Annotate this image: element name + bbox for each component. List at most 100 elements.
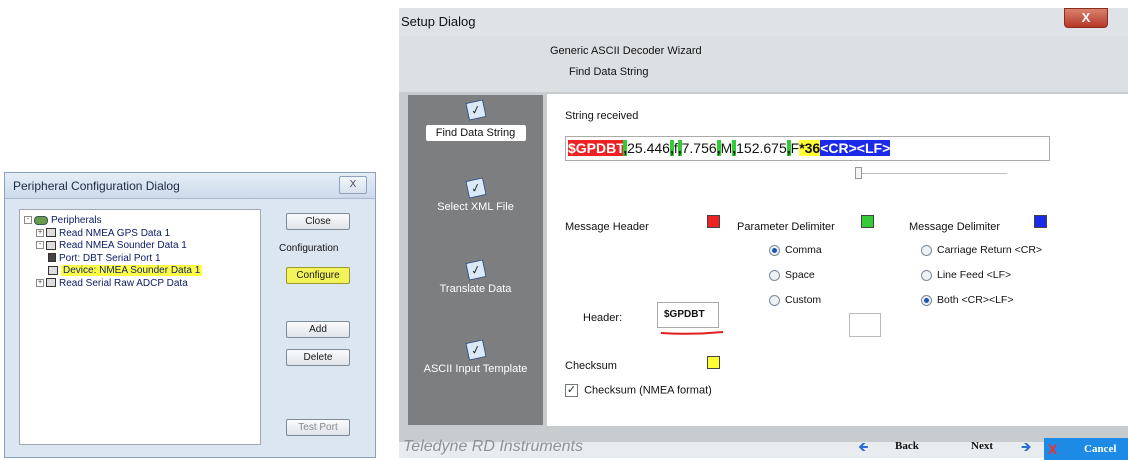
- setup-dialog: Setup Dialog X Generic ASCII Decoder Wiz…: [399, 8, 1128, 460]
- string-segment-plain: 152.675: [736, 140, 787, 156]
- device-icon: [46, 228, 56, 238]
- configure-button[interactable]: Configure: [286, 267, 350, 284]
- back-arrow-icon[interactable]: 🡸: [858, 438, 869, 460]
- radio-icon[interactable]: [769, 244, 780, 256]
- string-segment-blue: <CR><LF>: [820, 140, 891, 156]
- string-received-label: String received: [565, 110, 639, 122]
- header-label: Header:: [583, 312, 623, 324]
- back-button[interactable]: Back: [895, 440, 919, 452]
- nav-step-label: Select XML File: [437, 201, 514, 213]
- string-slider-thumb[interactable]: [855, 167, 862, 179]
- pcd-title: Peripheral Configuration Dialog: [13, 179, 180, 193]
- tree-item-label: Read NMEA GPS Data 1: [59, 227, 171, 239]
- checklist-icon: ✓: [464, 339, 487, 361]
- peripheral-tree[interactable]: - Peripherals + Read NMEA GPS Data 1 - Read N…: [19, 209, 261, 445]
- expand-icon[interactable]: +: [36, 278, 44, 287]
- header-input[interactable]: $GPDBT: [657, 302, 719, 328]
- parameter-delimiter-label: Parameter Delimiter: [737, 221, 835, 233]
- tree-item[interactable]: Port: DBT Serial Port 1: [48, 253, 161, 265]
- checksum-nmea-checkbox[interactable]: ✓ Checksum (NMEA format): [565, 384, 712, 397]
- tree-item-label: Device: NMEA Sounder Data 1: [61, 265, 203, 276]
- step-title: Find Data String: [569, 66, 649, 78]
- pcd-close-icon[interactable]: X: [339, 176, 367, 194]
- message-delimiter-label: Message Delimiter: [909, 221, 1001, 233]
- wizard-nav: ✓ Find Data String ✓ Select XML File ✓ Transl…: [408, 95, 543, 425]
- message-header-label: Message Header: [565, 221, 649, 233]
- device-icon: [48, 265, 58, 275]
- peripheral-configuration-dialog: Peripheral Configuration Dialog X - Perip…: [4, 172, 376, 458]
- tree-item-label: Port: DBT Serial Port 1: [59, 252, 161, 264]
- checklist-icon: ✓: [464, 177, 487, 199]
- radio-icon[interactable]: [921, 269, 932, 281]
- wizard-title: Generic ASCII Decoder Wizard: [550, 45, 702, 57]
- peripherals-icon: [34, 215, 48, 225]
- nav-step-1[interactable]: ✓ Find Data String: [408, 99, 543, 141]
- setup-titlebar: Setup Dialog X: [399, 8, 1128, 36]
- tree-item[interactable]: Device: NMEA Sounder Data 1: [48, 265, 203, 277]
- custom-delimiter-input[interactable]: [849, 313, 881, 337]
- radio-icon[interactable]: [769, 269, 780, 281]
- radio-option[interactable]: Comma: [769, 244, 822, 256]
- tree-item-label: Read NMEA Sounder Data 1: [59, 240, 187, 251]
- find-data-string-panel: String received $GPDBT,25.446,f,7.756,M,…: [547, 94, 1128, 426]
- string-segment-plain: 25.446: [627, 140, 670, 156]
- checkbox-check-icon[interactable]: ✓: [565, 384, 578, 397]
- nav-step-label: ASCII Input Template: [423, 363, 528, 375]
- checksum-color-swatch[interactable]: [707, 356, 720, 369]
- cancel-x-icon: X: [1048, 441, 1058, 457]
- cancel-label: Cancel: [1084, 443, 1117, 455]
- message-delimiter-color-swatch[interactable]: [1034, 215, 1047, 228]
- radio-option[interactable]: Space: [769, 269, 815, 281]
- string-segment-plain: M: [720, 140, 733, 156]
- nav-step-4[interactable]: ✓ ASCII Input Template: [408, 339, 543, 375]
- message-header-color-swatch[interactable]: [707, 215, 720, 228]
- device-icon: [46, 278, 56, 288]
- checklist-icon: ✓: [464, 259, 487, 281]
- string-segment-yellow: *36: [799, 140, 821, 156]
- nav-step-2[interactable]: ✓ Select XML File: [408, 177, 543, 213]
- radio-option[interactable]: Both <CR><LF>: [921, 294, 1013, 306]
- tree-item[interactable]: + Read NMEA GPS Data 1: [36, 228, 170, 240]
- cancel-button[interactable]: X Cancel: [1044, 438, 1128, 460]
- collapse-icon[interactable]: -: [36, 241, 44, 250]
- radio-option[interactable]: Custom: [769, 294, 821, 306]
- nav-step-label: Find Data String: [425, 125, 526, 141]
- checklist-icon: ✓: [464, 99, 487, 121]
- radio-label: Both <CR><LF>: [937, 294, 1014, 306]
- tree-item[interactable]: - Peripherals: [24, 215, 102, 227]
- string-slider-track[interactable]: [857, 173, 1007, 174]
- radio-icon[interactable]: [769, 294, 780, 306]
- radio-label: Space: [785, 269, 815, 281]
- expand-icon[interactable]: +: [36, 228, 44, 237]
- brand-text: Teledyne RD Instruments: [403, 438, 583, 455]
- radio-option[interactable]: Carriage Return <CR>: [921, 244, 1042, 256]
- string-received-field[interactable]: $GPDBT,25.446,f,7.756,M,152.675,F*36<CR>…: [565, 136, 1050, 161]
- nav-step-3[interactable]: ✓ Translate Data: [408, 259, 543, 295]
- next-arrow-icon[interactable]: 🡺: [1021, 438, 1032, 460]
- setup-close-icon[interactable]: X: [1064, 8, 1108, 28]
- setup-title: Setup Dialog: [401, 14, 476, 29]
- tree-item-label: Read Serial Raw ADCP Data: [59, 277, 188, 289]
- string-segment-red: $GPDBT: [568, 140, 624, 156]
- radio-icon[interactable]: [921, 294, 932, 306]
- add-button[interactable]: Add: [286, 321, 350, 338]
- parameter-delimiter-color-swatch[interactable]: [861, 215, 874, 228]
- delete-button[interactable]: Delete: [286, 349, 350, 366]
- next-button[interactable]: Next: [971, 440, 993, 452]
- device-icon: [46, 240, 56, 250]
- tree-item[interactable]: + Read Serial Raw ADCP Data: [36, 278, 188, 290]
- tree-item[interactable]: - Read NMEA Sounder Data 1: [36, 240, 187, 252]
- radio-label: Custom: [785, 294, 822, 306]
- radio-icon[interactable]: [921, 244, 932, 256]
- header-underline-mark: [660, 331, 724, 335]
- port-icon: [48, 253, 56, 263]
- nav-step-label: Translate Data: [439, 283, 512, 295]
- collapse-icon[interactable]: -: [24, 216, 32, 225]
- checksum-nmea-label: Checksum (NMEA format): [584, 384, 712, 397]
- string-segment-plain: F: [790, 140, 800, 156]
- radio-option[interactable]: Line Feed <LF>: [921, 269, 1011, 281]
- string-segment-plain: 7.756: [681, 140, 717, 156]
- close-button[interactable]: Close: [286, 213, 350, 230]
- tree-item-label: Peripherals: [51, 215, 102, 226]
- test-port-button[interactable]: Test Port: [286, 419, 350, 436]
